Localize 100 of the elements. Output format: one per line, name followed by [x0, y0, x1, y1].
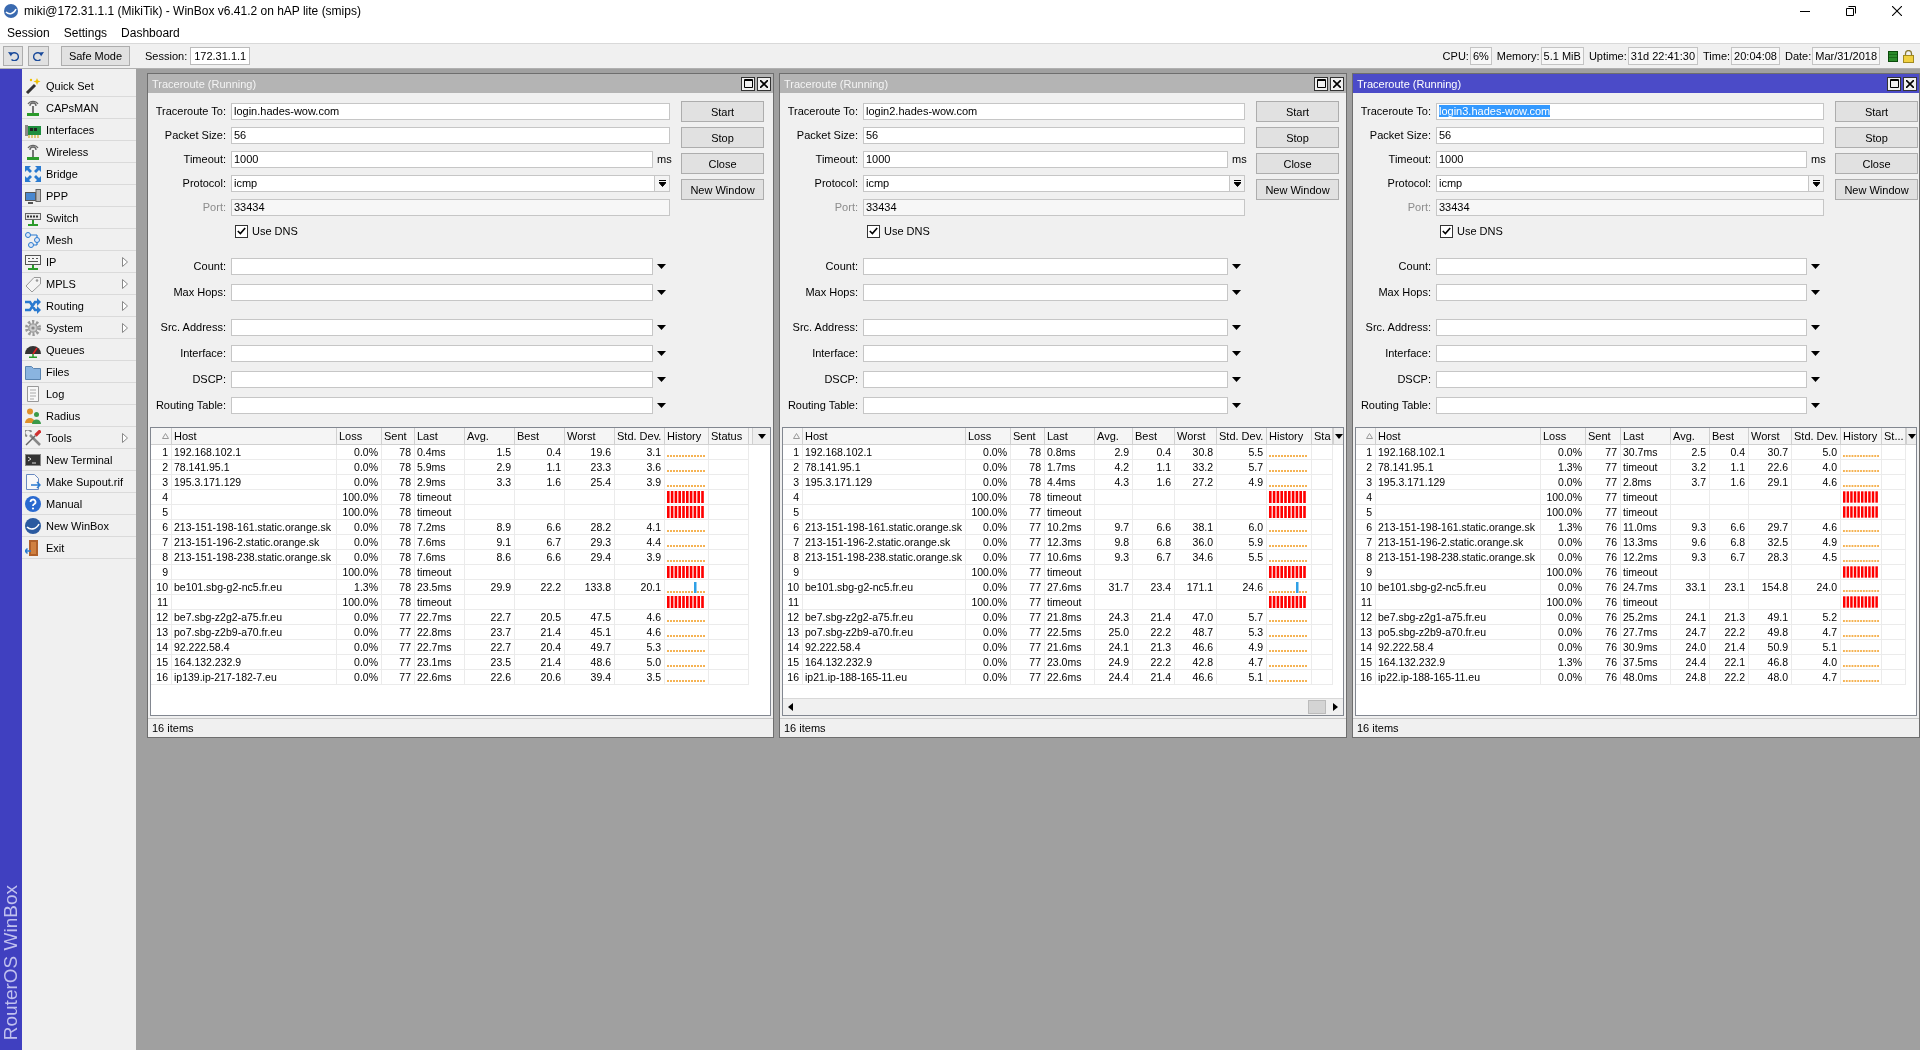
column-header[interactable]: Loss — [966, 428, 1011, 444]
input-field[interactable] — [231, 257, 653, 275]
column-header[interactable]: Avg. — [1671, 428, 1710, 444]
start-button[interactable]: Start — [1256, 101, 1339, 122]
new-window-button[interactable]: New Window — [1256, 179, 1339, 200]
caret-icon[interactable] — [657, 324, 666, 330]
dropdown-button[interactable] — [1808, 175, 1823, 191]
sidebar-item[interactable]: New WinBox — [22, 515, 136, 537]
column-header[interactable]: History — [665, 428, 709, 444]
caret-icon[interactable] — [1811, 263, 1820, 269]
column-header[interactable]: Loss — [337, 428, 382, 444]
input-field[interactable] — [231, 396, 653, 414]
caret-icon[interactable] — [1811, 350, 1820, 356]
column-header[interactable]: Best — [1133, 428, 1175, 444]
input-field[interactable] — [1436, 370, 1807, 388]
stop-button[interactable]: Stop — [681, 127, 764, 148]
stop-button[interactable]: Stop — [1835, 127, 1918, 148]
input-field[interactable]: login2.hades-wow.com — [863, 102, 1245, 120]
close-button[interactable] — [757, 76, 771, 91]
column-header[interactable]: Last — [415, 428, 465, 444]
caret-icon[interactable] — [1232, 263, 1241, 269]
input-field[interactable] — [231, 344, 653, 362]
column-header[interactable]: Sent — [1586, 428, 1621, 444]
session-field[interactable]: 172.31.1.1 — [190, 47, 251, 65]
input-field[interactable] — [231, 370, 653, 388]
column-header[interactable]: Avg. — [465, 428, 515, 444]
caret-icon[interactable] — [1811, 402, 1820, 408]
caret-icon[interactable] — [1232, 289, 1241, 295]
input-field[interactable] — [1436, 257, 1807, 275]
caret-icon[interactable] — [657, 376, 666, 382]
sidebar-item[interactable]: Interfaces — [22, 119, 136, 141]
sidebar-item[interactable]: Manual — [22, 493, 136, 515]
menu-item[interactable]: Session — [2, 25, 55, 40]
sidebar-item[interactable]: Queues — [22, 339, 136, 361]
caret-icon[interactable] — [1232, 324, 1241, 330]
caret-icon[interactable] — [657, 350, 666, 356]
close-button[interactable] — [1903, 76, 1917, 91]
input-field[interactable]: 1000 — [863, 150, 1228, 168]
column-header[interactable]: History — [1267, 428, 1312, 444]
column-menu-button[interactable] — [752, 428, 770, 444]
column-header[interactable]: Worst — [565, 428, 615, 444]
caret-icon[interactable] — [1811, 324, 1820, 330]
column-header[interactable]: Status — [709, 428, 749, 444]
input-field[interactable]: login.hades-wow.com — [231, 102, 670, 120]
column-header[interactable]: Last — [1621, 428, 1671, 444]
dropdown-button[interactable] — [1229, 175, 1244, 191]
column-header[interactable]: Best — [515, 428, 565, 444]
sidebar-item[interactable]: Switch — [22, 207, 136, 229]
column-header[interactable]: Host — [803, 428, 966, 444]
column-header[interactable]: Std. Dev. — [1217, 428, 1267, 444]
safe-mode-button[interactable]: Safe Mode — [61, 46, 130, 66]
input-field[interactable]: 56 — [863, 126, 1245, 144]
close-button[interactable]: Close — [1256, 153, 1339, 174]
undo-button[interactable] — [3, 46, 23, 66]
dropdown-button[interactable] — [654, 175, 669, 191]
stop-button[interactable]: Stop — [1256, 127, 1339, 148]
input-field[interactable] — [231, 283, 653, 301]
column-header[interactable]: Host — [1376, 428, 1541, 444]
column-header[interactable]: Worst — [1175, 428, 1217, 444]
sidebar-item[interactable]: Bridge — [22, 163, 136, 185]
caret-icon[interactable] — [1232, 350, 1241, 356]
sidebar-item[interactable]: Files — [22, 361, 136, 383]
sidebar-item[interactable]: System — [22, 317, 136, 339]
caret-icon[interactable] — [1811, 289, 1820, 295]
sidebar-item[interactable]: Quick Set — [22, 75, 136, 97]
sidebar-item[interactable]: Exit — [22, 537, 136, 559]
start-button[interactable]: Start — [681, 101, 764, 122]
input-field[interactable]: 56 — [1436, 126, 1824, 144]
input-field[interactable] — [863, 318, 1228, 336]
menu-item[interactable]: Dashboard — [116, 25, 185, 40]
column-header[interactable]: Last — [1045, 428, 1095, 444]
caret-icon[interactable] — [657, 263, 666, 269]
input-field[interactable] — [863, 257, 1228, 275]
sidebar-item[interactable]: MPLS — [22, 273, 136, 295]
sidebar-item[interactable]: Radius — [22, 405, 136, 427]
close-button[interactable]: Close — [1835, 153, 1918, 174]
caret-icon[interactable] — [657, 289, 666, 295]
maximize-button[interactable] — [1887, 76, 1901, 91]
input-field[interactable] — [1436, 318, 1807, 336]
column-header[interactable]: Sent — [1011, 428, 1045, 444]
caret-icon[interactable] — [1811, 376, 1820, 382]
checkbox[interactable] — [867, 224, 880, 238]
sidebar-item[interactable]: Make Supout.rif — [22, 471, 136, 493]
close-button[interactable] — [1330, 76, 1344, 91]
input-field[interactable] — [863, 370, 1228, 388]
sidebar-item[interactable]: Log — [22, 383, 136, 405]
column-header[interactable]: History — [1841, 428, 1882, 444]
input-field[interactable]: 56 — [231, 126, 670, 144]
column-header[interactable]: Host — [172, 428, 337, 444]
caret-icon[interactable] — [657, 402, 666, 408]
input-field[interactable] — [1436, 396, 1807, 414]
column-header[interactable]: Worst — [1749, 428, 1792, 444]
input-field[interactable]: 1000 — [231, 150, 653, 168]
column-header[interactable]: Best — [1710, 428, 1749, 444]
input-field[interactable] — [231, 318, 653, 336]
redo-button[interactable] — [28, 46, 49, 66]
input-field[interactable] — [863, 344, 1228, 362]
scrollbar-thumb[interactable] — [1308, 700, 1326, 714]
column-header[interactable]: Std. Dev. — [615, 428, 665, 444]
column-menu-button[interactable] — [1906, 428, 1916, 444]
